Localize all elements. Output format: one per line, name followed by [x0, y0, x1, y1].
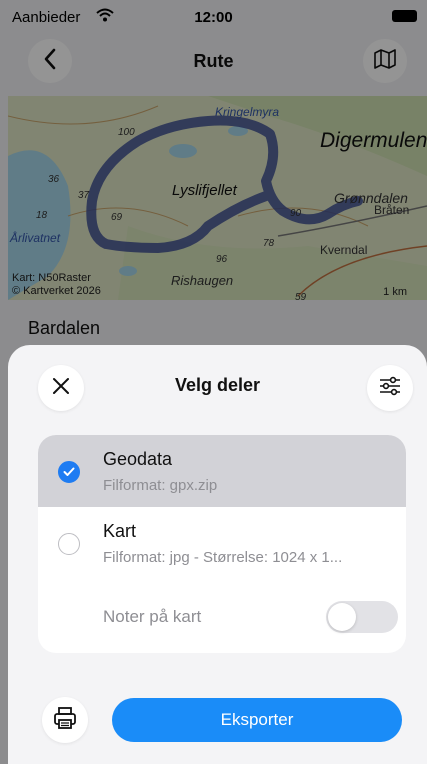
- option-label: Geodata: [103, 449, 173, 469]
- option-subtitle: Filformat: gpx.zip: [103, 477, 218, 494]
- toggle-knob: [328, 603, 356, 631]
- option-kart[interactable]: Kart Filformat: jpg - Størrelse: 1024 x …: [38, 507, 406, 579]
- settings-button[interactable]: [367, 365, 413, 411]
- option-subtitle: Filformat: jpg - Størrelse: 1024 x 1...: [103, 549, 343, 566]
- option-geodata[interactable]: Geodata Filformat: gpx.zip: [38, 435, 406, 507]
- radio-empty-icon[interactable]: [58, 533, 80, 555]
- export-sheet: Velg deler Geodata Filformat: gpx.zip Ka…: [8, 345, 427, 764]
- print-button[interactable]: [42, 697, 88, 743]
- export-options: Geodata Filformat: gpx.zip Kart Filforma…: [38, 435, 406, 653]
- sliders-icon: [379, 376, 401, 401]
- option-label: Kart: [103, 521, 137, 541]
- sheet-title: Velg deler: [174, 375, 261, 395]
- toggle-label: Noter på kart: [103, 607, 202, 626]
- notes-toggle-row: Noter på kart: [38, 579, 406, 653]
- notes-toggle[interactable]: [326, 601, 398, 633]
- export-button[interactable]: Eksporter: [112, 698, 402, 742]
- checkmark-icon[interactable]: [58, 461, 80, 483]
- printer-icon: [53, 706, 77, 735]
